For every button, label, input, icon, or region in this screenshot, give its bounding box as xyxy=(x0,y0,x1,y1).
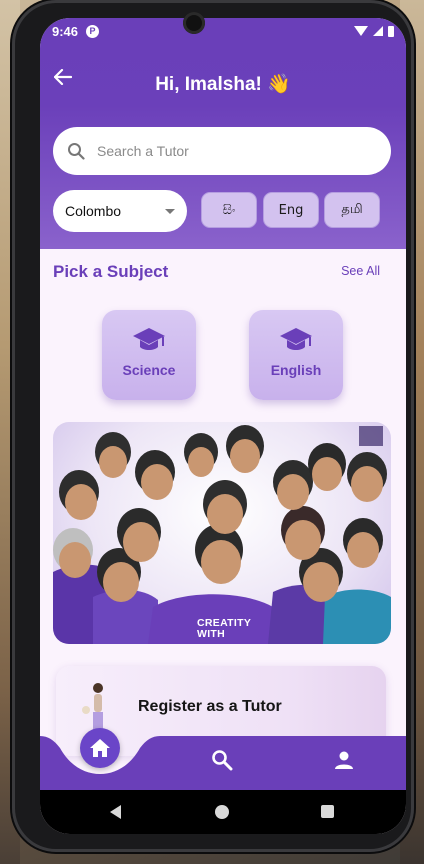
banner-shirt-text: CREATITY WITH xyxy=(197,617,252,640)
language-english-button[interactable]: Eng xyxy=(263,192,319,228)
register-tutor-title: Register as a Tutor xyxy=(138,698,282,715)
subject-label: Science xyxy=(122,362,176,378)
wifi-icon xyxy=(354,26,368,36)
search-bar[interactable] xyxy=(53,127,391,175)
app-screen: 9:46 P Hi, Imalsha! 👋 Search a Tutor Col… xyxy=(40,18,406,834)
system-back-icon[interactable] xyxy=(110,805,121,819)
status-indicators xyxy=(354,25,394,37)
subject-label: English xyxy=(270,362,322,378)
language-tamil-button[interactable]: தமி xyxy=(324,192,380,228)
header: Hi, Imalsha! 👋 Colombo සිං Eng தமி xyxy=(40,44,406,249)
cellular-signal-icon xyxy=(373,26,383,36)
phone-frame: 9:46 P Hi, Imalsha! 👋 Search a Tutor Col… xyxy=(12,0,414,852)
system-navigation-bar xyxy=(40,790,406,834)
location-dropdown[interactable]: Colombo xyxy=(53,190,187,232)
status-bar: 9:46 P xyxy=(40,18,406,44)
status-time: 9:46 xyxy=(52,23,79,39)
dropdown-arrow-icon xyxy=(165,208,175,214)
nav-home-button[interactable] xyxy=(80,728,120,768)
students-banner-image: CREATITY WITH xyxy=(53,422,391,644)
location-selected: Colombo xyxy=(65,203,122,219)
see-all-link[interactable]: See All xyxy=(341,264,380,278)
subject-card-english[interactable]: English xyxy=(249,310,343,400)
person-icon xyxy=(335,751,353,769)
nav-search-button[interactable] xyxy=(210,748,234,772)
section-title: Pick a Subject xyxy=(53,262,169,281)
graduation-cap-icon xyxy=(280,328,312,350)
students-group-illustration xyxy=(53,425,391,644)
nav-profile-button[interactable] xyxy=(332,748,356,772)
system-home-icon[interactable] xyxy=(215,805,229,819)
graduation-cap-icon xyxy=(133,328,165,350)
battery-icon xyxy=(388,25,394,37)
search-icon xyxy=(212,750,233,771)
search-icon xyxy=(68,143,85,160)
top-app-bar: Hi, Imalsha! 👋 xyxy=(40,44,406,108)
front-camera xyxy=(183,12,205,34)
search-input[interactable] xyxy=(97,143,377,159)
home-icon xyxy=(90,739,110,757)
language-sinhala-button[interactable]: සිං xyxy=(201,192,257,228)
subject-card-science[interactable]: Science xyxy=(102,310,196,400)
greeting-title: Hi, Imalsha! 👋 xyxy=(155,74,291,95)
app-notification-icon: P xyxy=(86,24,100,38)
system-recents-icon[interactable] xyxy=(321,805,334,818)
